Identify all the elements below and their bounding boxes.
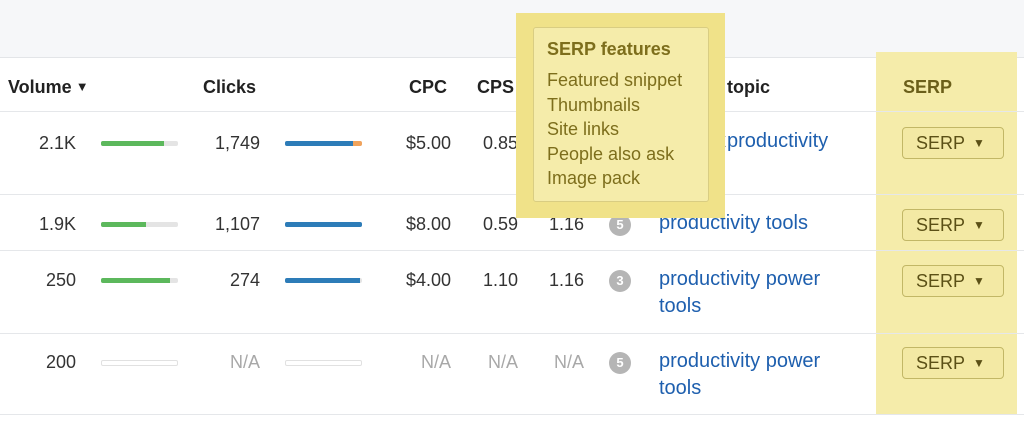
- cps-value: 1.10: [482, 270, 518, 290]
- column-header-cpc[interactable]: CPC: [409, 76, 447, 98]
- tooltip-item: Thumbnails: [547, 94, 641, 115]
- cps-value: N/A: [487, 352, 518, 372]
- cpc-value: $5.00: [405, 133, 451, 153]
- rr-value: 1.16: [548, 270, 584, 290]
- serp-dropdown-button[interactable]: SERP ▼: [902, 209, 1004, 241]
- parent-topic-link[interactable]: productivity: [727, 128, 927, 155]
- volume-value: 2.1K: [38, 133, 76, 153]
- volume-header-label: Volume: [8, 77, 72, 97]
- caret-down-icon: ▼: [973, 136, 985, 150]
- tooltip-item: People also ask: [547, 143, 675, 164]
- clicks-bar: [285, 278, 362, 283]
- cps-value: 0.59: [482, 214, 518, 234]
- volume-value: 200: [45, 352, 76, 372]
- toolbar-area: [0, 0, 1024, 58]
- clicks-value: 1,107: [214, 214, 260, 234]
- column-header-volume[interactable]: Volume ▼: [8, 76, 89, 100]
- serp-button-label: SERP: [916, 215, 966, 235]
- cpc-value: N/A: [420, 352, 451, 372]
- header-divider: [0, 111, 1024, 112]
- row-divider: [0, 250, 1024, 251]
- tooltip-item: Site links: [547, 119, 620, 139]
- kd-badge: 3: [609, 270, 631, 292]
- row-divider: [0, 333, 1024, 334]
- volume-bar: [101, 141, 178, 146]
- clicks-bar: [285, 222, 362, 227]
- clicks-bar: [285, 141, 362, 146]
- clicks-bar: [285, 360, 362, 366]
- volume-value: 1.9K: [38, 214, 76, 234]
- kd-badge: 5: [609, 352, 631, 374]
- parent-topic-link[interactable]: productivity power tools: [659, 348, 859, 402]
- column-header-clicks[interactable]: Clicks: [203, 76, 256, 98]
- column-header-cps[interactable]: CPS: [477, 76, 514, 98]
- serp-features-tooltip: SERP features Featured snippet Thumbnail…: [533, 27, 709, 202]
- sort-desc-icon: ▼: [75, 79, 89, 94]
- volume-bar: [101, 222, 178, 227]
- cps-value: 0.85: [482, 133, 518, 153]
- tooltip-item: Image pack: [547, 168, 641, 188]
- clicks-value: N/A: [229, 352, 260, 372]
- caret-down-icon: ▼: [973, 356, 985, 370]
- serp-dropdown-button[interactable]: SERP ▼: [902, 127, 1004, 159]
- parent-topic-link[interactable]: productivity power tools: [659, 266, 859, 320]
- cpc-value: $4.00: [405, 270, 451, 290]
- serp-button-label: SERP: [916, 271, 966, 291]
- serp-button-label: SERP: [916, 353, 966, 373]
- serp-dropdown-button[interactable]: SERP ▼: [902, 265, 1004, 297]
- volume-bar: [101, 278, 178, 283]
- tooltip-item: Featured snippet: [547, 70, 683, 90]
- clicks-value: 1,749: [214, 133, 260, 153]
- clicks-value: 274: [229, 270, 260, 290]
- serp-button-label: SERP: [916, 133, 966, 153]
- caret-down-icon: ▼: [973, 218, 985, 232]
- row-divider: [0, 194, 1024, 195]
- volume-bar: [101, 360, 178, 366]
- column-header-serp[interactable]: SERP: [903, 76, 952, 98]
- volume-value: 250: [45, 270, 76, 290]
- rr-value: N/A: [553, 352, 584, 372]
- cpc-value: $8.00: [405, 214, 451, 234]
- tooltip-title: SERP features: [547, 39, 671, 59]
- row-divider: [0, 414, 1024, 415]
- caret-down-icon: ▼: [973, 274, 985, 288]
- serp-dropdown-button[interactable]: SERP ▼: [902, 347, 1004, 379]
